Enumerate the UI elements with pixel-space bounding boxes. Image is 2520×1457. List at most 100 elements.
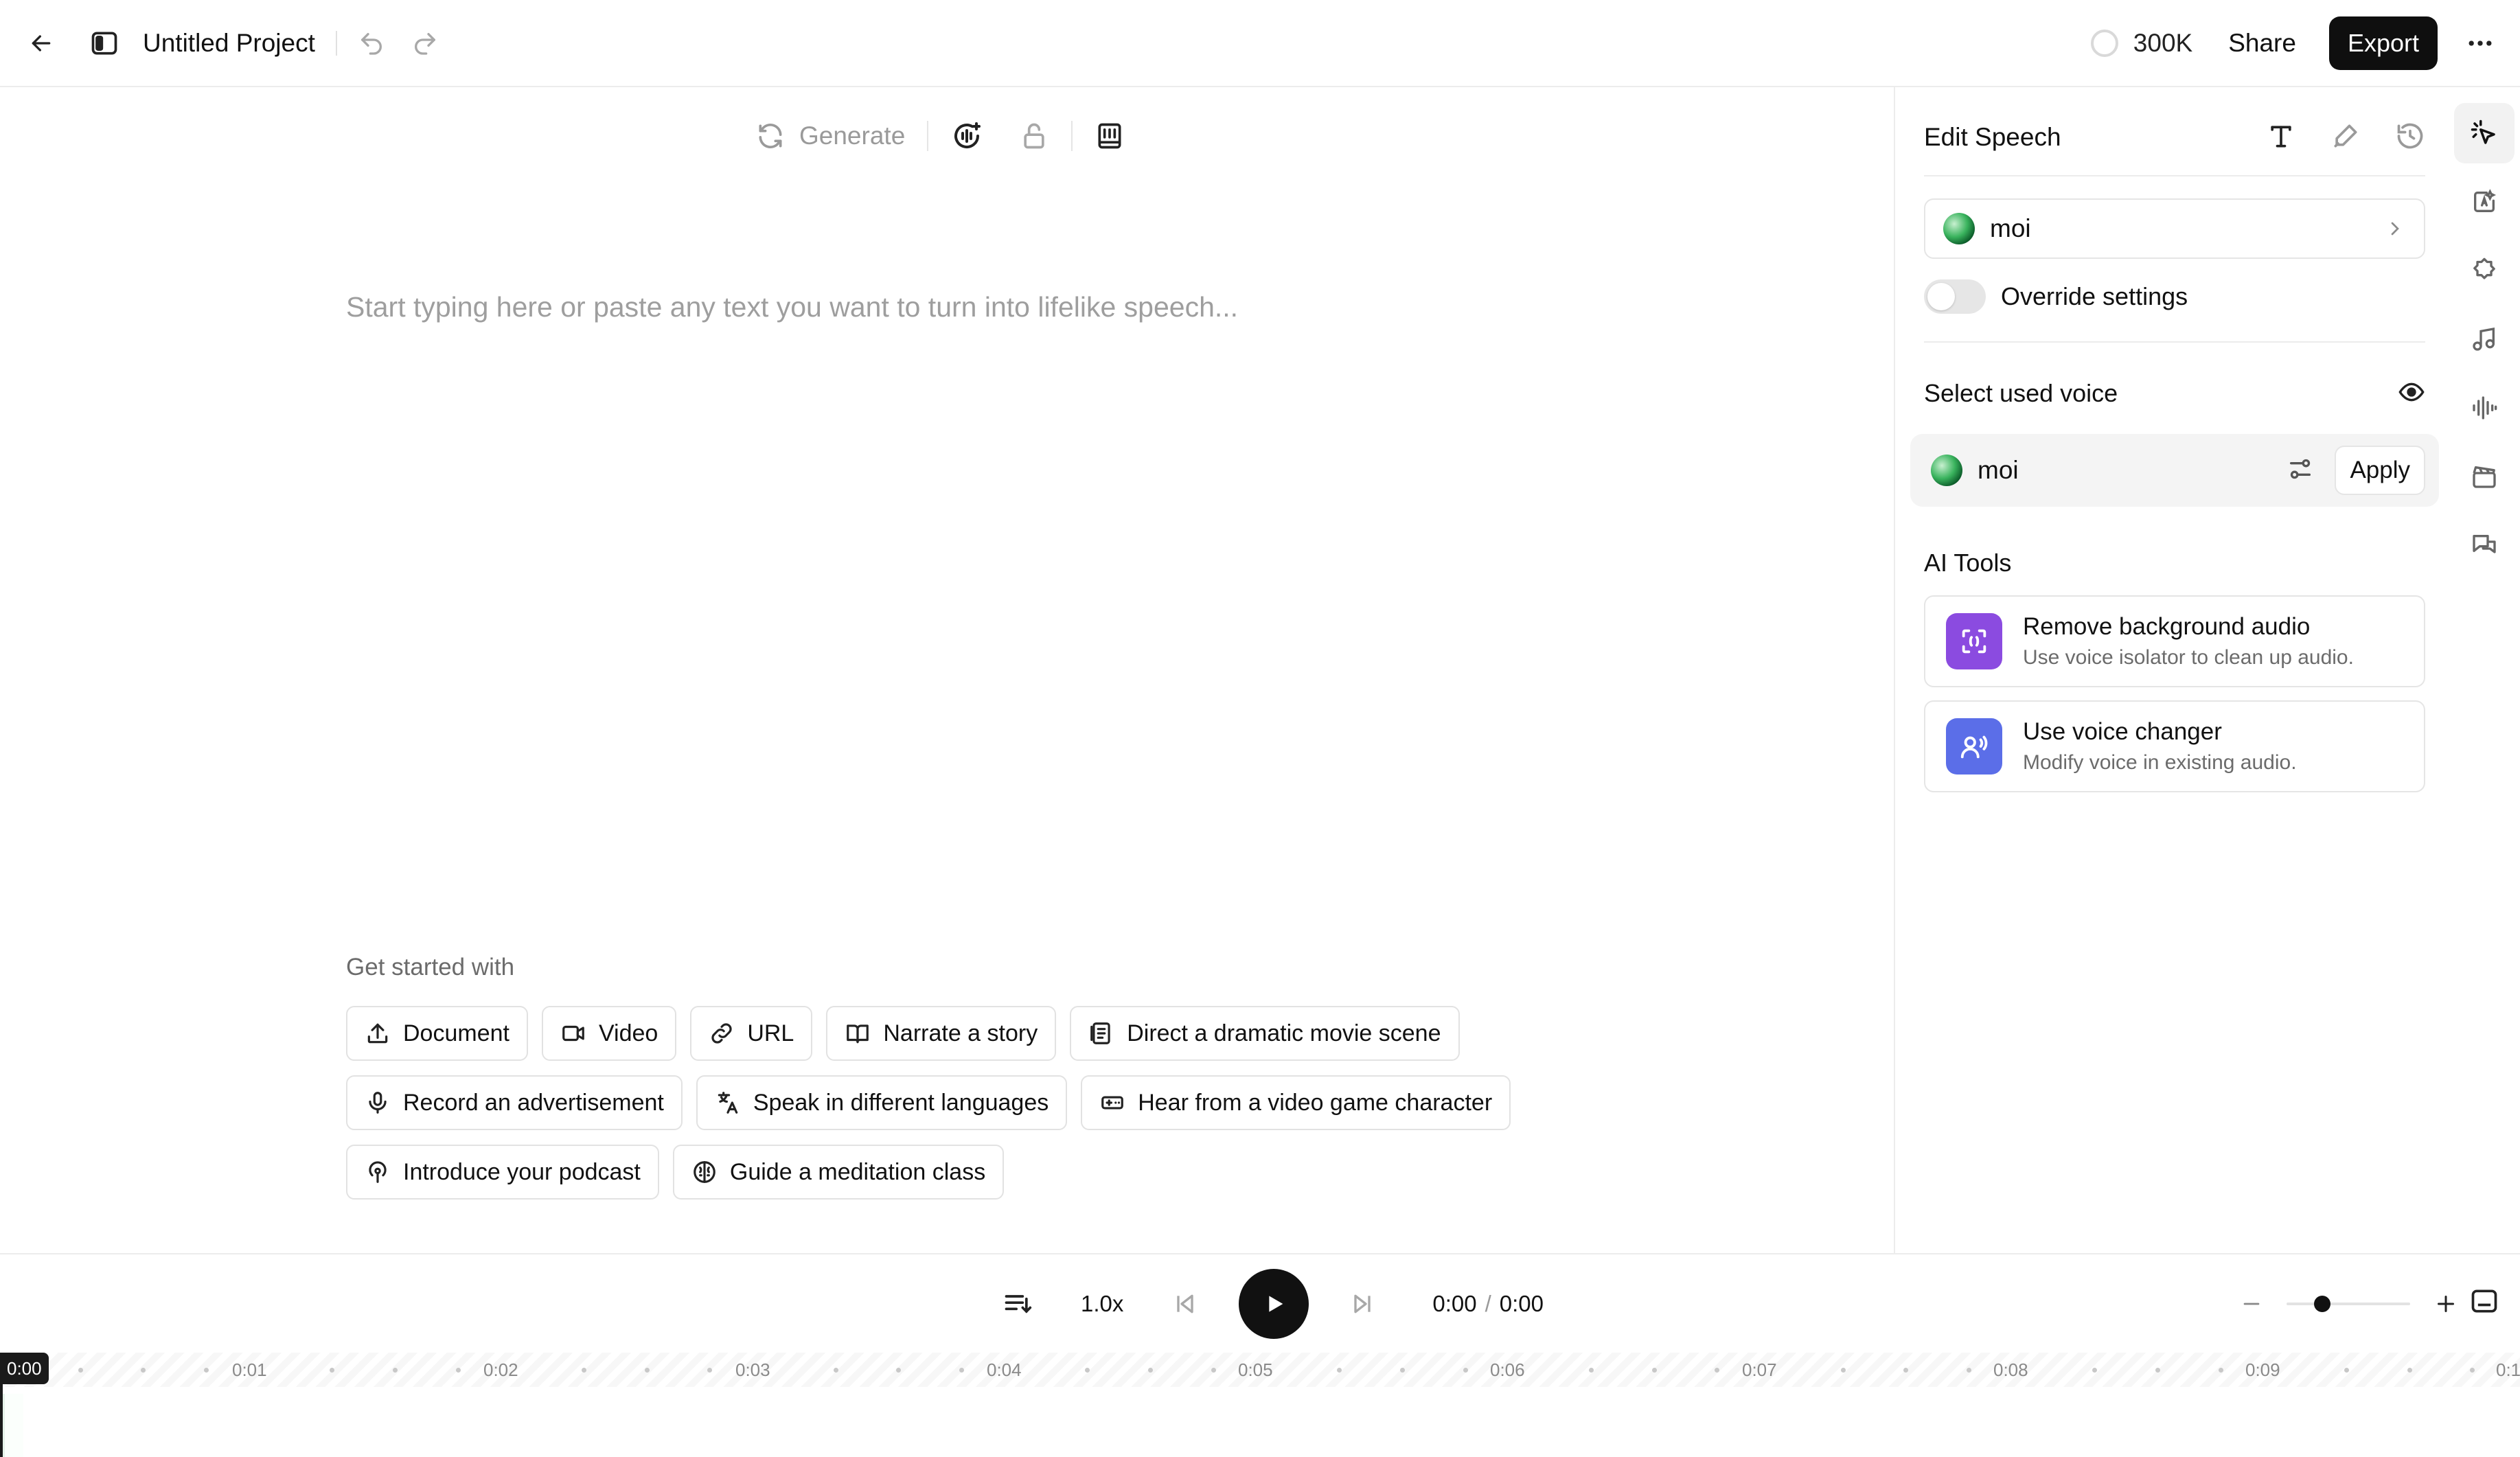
- more-options-icon[interactable]: [2465, 28, 2495, 58]
- playlist-icon[interactable]: [1003, 1289, 1033, 1319]
- undo-icon[interactable]: [358, 30, 385, 57]
- apply-button[interactable]: Apply: [2335, 446, 2425, 495]
- chip-narrate-story[interactable]: Narrate a story: [826, 1006, 1057, 1061]
- override-toggle[interactable]: [1924, 279, 1986, 314]
- chip-row: Introduce your podcast Guide a meditatio…: [346, 1145, 1524, 1200]
- playback-speed[interactable]: 1.0x: [1081, 1291, 1123, 1317]
- top-bar-left: Untitled Project: [27, 0, 439, 86]
- chip-label: Speak in different languages: [753, 1089, 1049, 1116]
- play-icon: [1269, 1295, 1283, 1312]
- chip-label: Record an advertisement: [403, 1089, 664, 1116]
- ruler-dot: [1588, 1368, 1594, 1373]
- sliders-icon[interactable]: [2287, 455, 2314, 486]
- zoom-in-icon[interactable]: [2433, 1292, 2458, 1316]
- ruler-dot: [1399, 1368, 1405, 1373]
- eye-icon[interactable]: [2398, 378, 2425, 409]
- total-time: 0:00: [1499, 1290, 1544, 1316]
- redo-icon[interactable]: [411, 30, 439, 57]
- ruler-dot: [1337, 1368, 1342, 1373]
- tick-label: 0:04: [987, 1360, 1022, 1380]
- export-button[interactable]: Export: [2328, 16, 2438, 70]
- text-input-placeholder[interactable]: Start typing here or paste any text you …: [346, 291, 1238, 323]
- chip-advertisement[interactable]: Record an advertisement: [346, 1075, 683, 1130]
- zoom-slider-handle[interactable]: [2314, 1295, 2330, 1312]
- chip-row: Document Video URL Narrate a story Direc…: [346, 1006, 1524, 1061]
- time-display: 0:00 / 0:00: [1432, 1291, 1544, 1317]
- tick-label: 0:05: [1238, 1360, 1273, 1380]
- zoom-out-icon[interactable]: [2240, 1292, 2263, 1316]
- project-title[interactable]: Untitled Project: [143, 29, 315, 58]
- rail-music-tool[interactable]: [2454, 309, 2515, 369]
- credits-count: 300K: [2133, 28, 2193, 57]
- cursor-click-icon: [2471, 119, 2495, 144]
- used-voice-row[interactable]: moi Apply: [1910, 434, 2439, 507]
- chip-video-game[interactable]: Hear from a video game character: [1081, 1075, 1511, 1130]
- rail-effects-tool[interactable]: [2454, 240, 2515, 301]
- play-button[interactable]: [1239, 1268, 1309, 1339]
- ai-tool-description: Modify voice in existing audio.: [2023, 751, 2297, 774]
- ruler-dot: [1715, 1368, 1720, 1373]
- video-camera-icon: [562, 1025, 584, 1042]
- ruler-dot: [2218, 1368, 2223, 1373]
- tools-rail: [2446, 87, 2520, 1253]
- timeline-ruler[interactable]: 0:01 0:02 0:03 0:04 0:05 0:06 0:07 0:08 …: [0, 1353, 2520, 1387]
- playhead-time[interactable]: 0:00: [0, 1353, 49, 1384]
- clapperboard-icon: [2473, 466, 2496, 488]
- ruler-dot: [833, 1368, 838, 1373]
- chip-url[interactable]: URL: [690, 1006, 813, 1061]
- rail-scene-tool[interactable]: [2454, 446, 2515, 507]
- book-icon[interactable]: [1095, 121, 1125, 151]
- voice-avatar: [1931, 455, 1962, 486]
- rail-select-tool[interactable]: [2454, 103, 2515, 163]
- history-icon[interactable]: [2395, 121, 2425, 154]
- zoom-control: [2240, 1254, 2458, 1353]
- voice-selector[interactable]: moi: [1924, 198, 2425, 259]
- text-format-icon[interactable]: [2266, 121, 2296, 154]
- ai-tool-voice-changer[interactable]: Use voice changer Modify voice in existi…: [1924, 700, 2425, 792]
- chip-label: Direct a dramatic movie scene: [1127, 1020, 1441, 1046]
- ruler-dot: [393, 1368, 398, 1373]
- divider: [1924, 175, 2425, 176]
- chip-podcast[interactable]: Introduce your podcast: [346, 1145, 659, 1200]
- credits-indicator[interactable]: 300K: [2090, 28, 2193, 58]
- waveform-icon: [2473, 396, 2497, 420]
- chip-document[interactable]: Document: [346, 1006, 528, 1061]
- game-controller-icon: [1101, 1096, 1124, 1110]
- chip-meditation[interactable]: Guide a meditation class: [672, 1145, 1005, 1200]
- tick-label: 0:07: [1742, 1360, 1777, 1380]
- generate-button[interactable]: Generate: [755, 121, 905, 151]
- chip-languages[interactable]: Speak in different languages: [696, 1075, 1068, 1130]
- ruler-dot: [78, 1368, 83, 1373]
- microphone-icon: [369, 1092, 387, 1114]
- rail-comments-tool[interactable]: [2454, 515, 2515, 575]
- chip-video[interactable]: Video: [541, 1006, 677, 1061]
- get-started-title: Get started with: [346, 954, 515, 980]
- voice-enhance-icon[interactable]: [950, 119, 983, 152]
- panel-toggle-icon[interactable]: [2469, 1286, 2499, 1316]
- chip-label: Guide a meditation class: [729, 1158, 986, 1185]
- timeline[interactable]: 0:01 0:02 0:03 0:04 0:05 0:06 0:07 0:08 …: [0, 1353, 2520, 1457]
- brain-icon: [694, 1161, 715, 1183]
- rail-audio-tool[interactable]: [2454, 378, 2515, 438]
- ai-tool-remove-background[interactable]: Remove background audio Use voice isolat…: [1924, 595, 2425, 687]
- ai-tool-name: Remove background audio: [2023, 613, 2311, 640]
- sidebar-toggle-icon[interactable]: [89, 28, 119, 58]
- zoom-slider[interactable]: [2287, 1295, 2410, 1312]
- share-button[interactable]: Share: [2228, 29, 2296, 58]
- lock-icon[interactable]: [1019, 121, 1049, 151]
- panel-title: Edit Speech: [1924, 123, 2061, 151]
- chip-label: Introduce your podcast: [403, 1158, 641, 1185]
- chip-movie-scene[interactable]: Direct a dramatic movie scene: [1070, 1006, 1460, 1061]
- editor-toolbar: Generate: [755, 113, 1145, 159]
- override-label: Override settings: [2001, 282, 2188, 310]
- pen-icon[interactable]: [2330, 121, 2361, 154]
- rail-caption-tool[interactable]: [2454, 172, 2515, 232]
- track-start: [3, 1394, 23, 1457]
- upload-icon: [367, 1023, 388, 1044]
- skip-back-icon[interactable]: [1171, 1290, 1199, 1318]
- ruler-dot: [896, 1368, 902, 1373]
- ruler-dot: [1085, 1368, 1090, 1373]
- skip-forward-icon[interactable]: [1349, 1290, 1376, 1318]
- back-arrow-icon[interactable]: [27, 30, 55, 57]
- ruler-dot: [2470, 1368, 2475, 1373]
